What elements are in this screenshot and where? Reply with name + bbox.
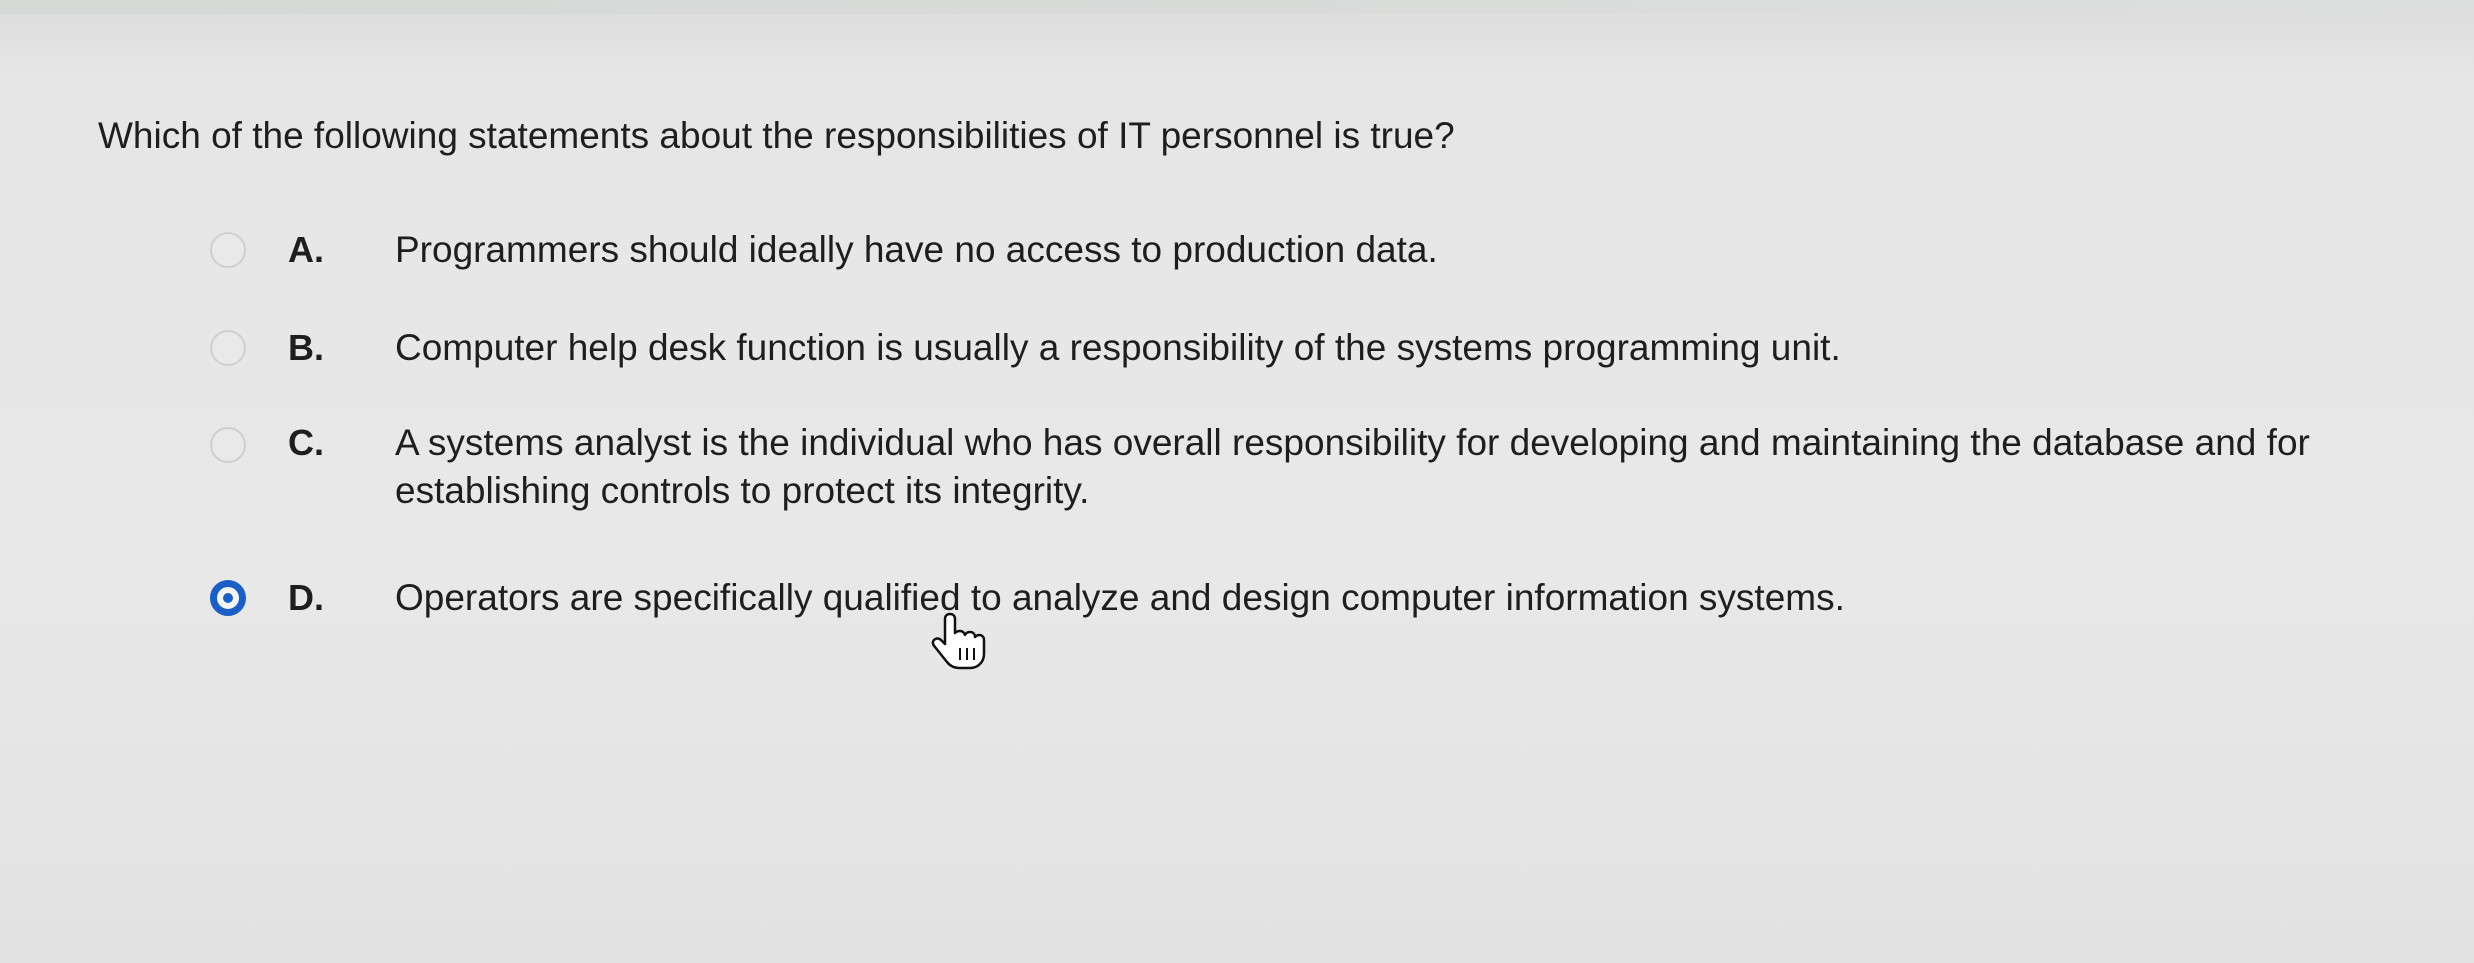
choice-letter-c: C. [288, 422, 324, 463]
choice-d[interactable]: D. Operators are specifically qualified … [210, 574, 2450, 624]
choice-text-a: Programmers should ideally have no acces… [395, 229, 1438, 270]
choice-letter-a: A. [288, 229, 324, 270]
radio-button-d[interactable] [210, 580, 246, 616]
radio-button-a[interactable] [210, 232, 246, 268]
question-panel: Which of the following statements about … [0, 14, 2474, 963]
choice-c[interactable]: C. A systems analyst is the individual w… [210, 419, 2450, 519]
choice-letter-b: B. [288, 327, 324, 368]
radio-button-c[interactable] [210, 427, 246, 463]
choice-text-b: Computer help desk function is usually a… [395, 327, 1841, 368]
hand-pointer-icon [931, 612, 986, 670]
choice-text-d: Operators are specifically qualified to … [395, 577, 1845, 618]
radio-button-b[interactable] [210, 330, 246, 366]
choice-b[interactable]: B. Computer help desk function is usuall… [210, 324, 2450, 374]
window-top-strip [0, 0, 2474, 14]
choice-a[interactable]: A. Programmers should ideally have no ac… [210, 226, 2450, 276]
choice-letter-d: D. [288, 577, 324, 618]
question-text: Which of the following statements about … [98, 115, 1455, 156]
choice-text-c: A systems analyst is the individual who … [395, 422, 2310, 511]
